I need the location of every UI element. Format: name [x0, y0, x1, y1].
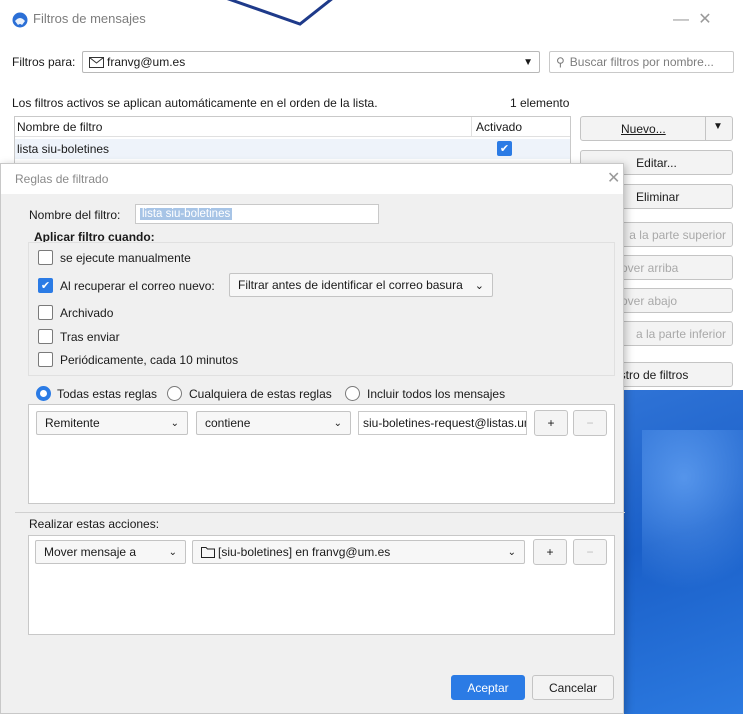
rule-field-value: Remitente [45, 416, 100, 430]
search-filters-input[interactable]: ⚲ Buscar filtros por nombre... [549, 51, 734, 73]
remove-rule-button[interactable]: − [573, 410, 607, 436]
archive-checkbox[interactable] [38, 305, 53, 320]
annotation-arrow-icon [226, 0, 333, 26]
manual-run-checkbox[interactable] [38, 250, 53, 265]
new-mail-checkbox[interactable]: ✔ [38, 278, 53, 293]
chevron-down-icon: ⌄ [474, 279, 484, 292]
edit-filter-label: Editar... [636, 155, 677, 170]
chevron-down-icon: ▼ [523, 56, 533, 68]
add-action-button[interactable]: + [533, 539, 567, 565]
rule-operator-value: contiene [205, 416, 251, 430]
column-divider [471, 117, 472, 137]
filter-log-label: istro de filtros [617, 367, 689, 382]
rule-value-input[interactable]: siu-boletines-request@listas.um [358, 411, 527, 435]
account-select[interactable]: franvg@um.es ▼ [82, 51, 540, 73]
match-all-radio[interactable] [36, 386, 51, 401]
chevron-down-icon: ⌄ [170, 417, 179, 429]
after-send-checkbox[interactable] [38, 329, 53, 344]
action-type-value: Mover mensaje a [44, 545, 137, 559]
match-any-label: Cualquiera de estas reglas [189, 387, 332, 401]
after-send-label: Tras enviar [60, 330, 120, 344]
maximize-button[interactable] [636, 6, 682, 34]
filter-enabled-checkbox[interactable]: ✔ [497, 141, 512, 156]
remove-action-button[interactable]: − [573, 539, 607, 565]
new-mail-label: Al recuperar el correo nuevo: [60, 279, 215, 293]
new-filter-label: Nuevo... [621, 121, 666, 136]
accept-button[interactable]: Aceptar [451, 675, 525, 700]
cancel-button[interactable]: Cancelar [532, 675, 614, 700]
chevron-down-icon: ⌄ [168, 546, 177, 558]
close-window-button[interactable]: ✕ [682, 6, 728, 34]
filters-for-label: Filtros para: [12, 55, 76, 69]
rule-value-text: siu-boletines-request@listas.um [363, 416, 527, 430]
action-type-select[interactable]: Mover mensaje a ⌄ [35, 540, 186, 564]
chevron-down-icon: ⌄ [507, 546, 516, 558]
move-bottom-label: a la parte inferior [635, 326, 726, 341]
dialog-title: Reglas de filtrado [15, 172, 109, 186]
desktop-background [622, 390, 743, 714]
action-target-folder-value: [siu-boletines] en franvg@um.es [218, 545, 391, 559]
match-all-messages-radio[interactable] [345, 386, 360, 401]
periodic-label: Periódicamente, cada 10 minutos [60, 353, 239, 367]
filter-list-row[interactable]: lista siu-boletines ✔ [15, 139, 570, 159]
split-divider [705, 117, 706, 140]
delete-filter-label: Eliminar [636, 189, 680, 204]
match-all-label: Todas estas reglas [57, 387, 158, 401]
rule-operator-select[interactable]: contiene ⌄ [196, 411, 351, 435]
match-any-radio[interactable] [167, 386, 182, 401]
filter-name-value: lista siu-boletines [140, 208, 233, 220]
manual-run-label: se ejecute manualmente [60, 251, 191, 265]
filter-name-input[interactable]: lista siu-boletines [135, 204, 379, 224]
new-filter-dropdown-chevron-icon[interactable]: ▼ [713, 121, 723, 132]
archive-label: Archivado [60, 306, 114, 320]
column-header-name[interactable]: Nombre de filtro [17, 120, 102, 134]
match-all-messages-label: Incluir todos los mensajes [367, 387, 506, 401]
new-mail-timing-select[interactable]: Filtrar antes de identificar el correo b… [229, 273, 493, 297]
folder-icon [201, 547, 215, 558]
new-mail-timing-value: Filtrar antes de identificar el correo b… [238, 278, 463, 292]
mail-account-icon [89, 56, 104, 68]
dialog-close-icon[interactable]: ✕ [607, 168, 620, 188]
account-select-value: franvg@um.es [107, 55, 186, 69]
section-separator [15, 512, 625, 513]
filter-name-label: Nombre del filtro: [29, 208, 121, 222]
filter-name: lista siu-boletines [17, 142, 110, 156]
add-rule-button[interactable]: + [534, 410, 568, 436]
actions-label: Realizar estas acciones: [29, 517, 160, 531]
periodic-checkbox[interactable] [38, 352, 53, 367]
thunderbird-app-icon [12, 12, 28, 28]
new-filter-button[interactable]: Nuevo... ▼ [580, 116, 733, 141]
move-top-label: a la parte superior [629, 227, 726, 242]
filters-count: 1 elemento [510, 96, 570, 110]
column-header-enabled[interactable]: Activado [476, 120, 522, 134]
search-icon: ⚲ [556, 55, 565, 69]
search-filters-placeholder: Buscar filtros por nombre... [569, 55, 714, 69]
filter-rules-dialog: Reglas de filtrado ✕ Nombre del filtro: … [0, 163, 625, 714]
filter-list-header: Nombre de filtro Activado [15, 117, 570, 137]
chevron-down-icon: ⌄ [333, 417, 342, 429]
rule-field-select[interactable]: Remitente ⌄ [36, 411, 188, 435]
action-target-folder-select[interactable]: [siu-boletines] en franvg@um.es ⌄ [192, 540, 525, 564]
window-title: Filtros de mensajes [33, 11, 146, 26]
filters-info-text: Los filtros activos se aplican automátic… [12, 96, 378, 110]
